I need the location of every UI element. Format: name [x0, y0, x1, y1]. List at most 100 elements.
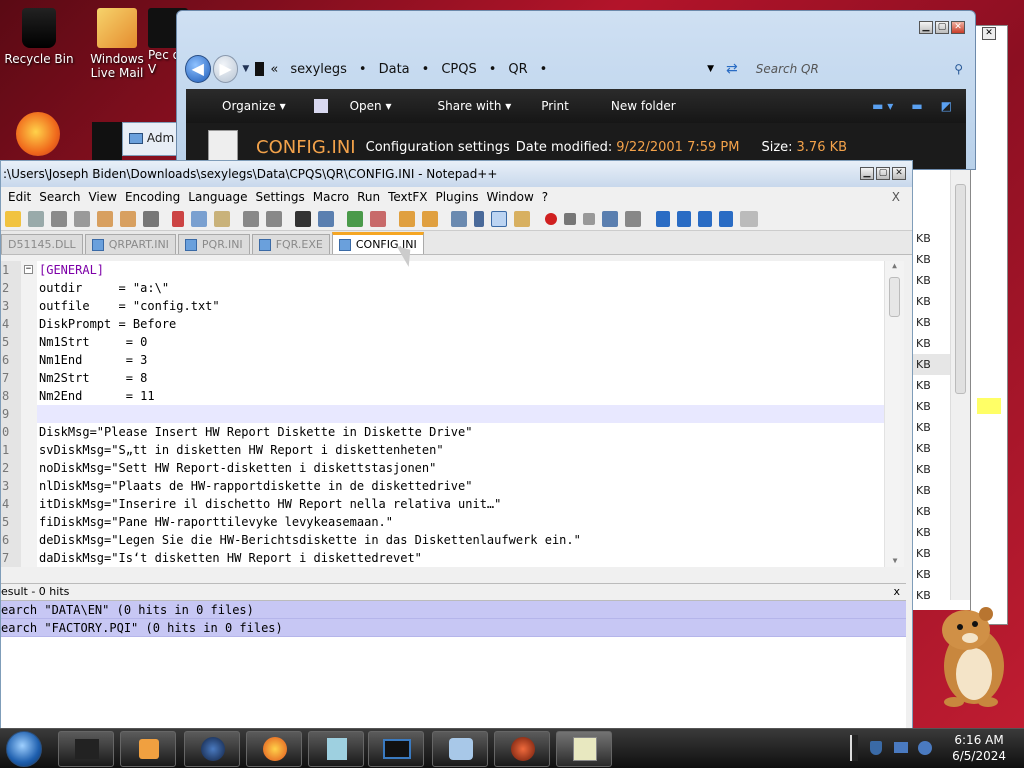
redo-icon[interactable]: [266, 210, 282, 227]
open-file-icon[interactable]: [28, 210, 44, 227]
preview-pane-icon[interactable]: ▬: [911, 99, 922, 113]
tab-d51145-dll[interactable]: D51145.DLL: [1, 234, 83, 254]
tab-qrpart-ini[interactable]: QRPART.INI: [84, 234, 176, 254]
sync-horizontal-icon[interactable]: [422, 210, 438, 227]
code-line[interactable]: 5 Nm1Strt = 0: [1, 333, 904, 351]
collapse-all-icon[interactable]: [656, 210, 670, 227]
find-result-line[interactable]: earch "FACTORY.PQI" (0 hits in 0 files): [1, 619, 906, 637]
scrollbar-thumb[interactable]: [889, 277, 900, 317]
close-button[interactable]: ✕: [951, 21, 965, 34]
indent-guide-icon[interactable]: [491, 210, 507, 227]
find-result-panel[interactable]: earch "DATA\EN" (0 hits in 0 files) earc…: [1, 601, 906, 731]
save-all-icon[interactable]: [74, 210, 90, 227]
taskbar-button-terminal[interactable]: [368, 731, 424, 767]
find-result-close-button[interactable]: x: [893, 584, 900, 600]
firefox-desktop-icon[interactable]: [16, 112, 60, 156]
text-editor[interactable]: 1− [GENERAL] 2 outdir = "a:\" 3 outfile = "co…: [1, 261, 904, 567]
organize-button[interactable]: Organize ▾: [204, 99, 286, 113]
open-button[interactable]: Open ▾: [313, 99, 392, 114]
tab-pqr-ini[interactable]: PQR.INI: [177, 234, 250, 254]
back-button[interactable]: ◀: [185, 55, 211, 83]
taskbar-button-firefox[interactable]: [246, 731, 302, 767]
code-line[interactable]: 3 nlDiskMsg="Plaats de HW-rapportdiskette…: [1, 477, 904, 495]
menu-plugins[interactable]: Plugins: [435, 190, 478, 204]
print-icon[interactable]: [143, 210, 159, 227]
hamster-gadget[interactable]: [930, 600, 1010, 710]
maximize-button[interactable]: ▢: [876, 167, 890, 180]
breadcrumb-item-qr[interactable]: QR: [508, 62, 527, 77]
menu-help[interactable]: ?: [542, 190, 548, 204]
cut-icon[interactable]: [172, 210, 184, 227]
expand-all-icon[interactable]: [719, 210, 733, 227]
menu-macro[interactable]: Macro: [313, 190, 349, 204]
taskbar-clock[interactable]: 6:16 AM 6/5/2024: [952, 732, 1006, 764]
arrow-down-icon[interactable]: [698, 210, 712, 227]
volume-icon[interactable]: [918, 741, 932, 755]
breadcrumb-arrow-icon[interactable]: •: [489, 62, 497, 77]
taskbar-button-media[interactable]: [120, 731, 176, 767]
breadcrumb-arrow-icon[interactable]: •: [422, 62, 430, 77]
tab-fqr-exe[interactable]: FQR.EXE: [251, 234, 330, 254]
taskbar-button-tools[interactable]: [432, 731, 488, 767]
copy-icon[interactable]: [191, 210, 207, 227]
code-line[interactable]: 2 noDiskMsg="Sett HW Report-disketten i d…: [1, 459, 904, 477]
minimize-button[interactable]: ▁: [919, 21, 933, 34]
doc-map-icon[interactable]: [514, 210, 530, 227]
breadcrumb-arrow-icon[interactable]: •: [540, 62, 548, 77]
menu-view[interactable]: View: [88, 190, 116, 204]
sync-vertical-icon[interactable]: [399, 210, 415, 227]
code-line[interactable]: 2 outdir = "a:\": [1, 279, 904, 297]
views-icon[interactable]: ▬ ▾: [872, 99, 893, 113]
code-line[interactable]: 9: [1, 405, 904, 423]
address-dropdown-icon[interactable]: ▼: [707, 64, 714, 74]
replace-icon[interactable]: [318, 210, 334, 227]
desktop-icon-windows-live-mail[interactable]: Windows Live Mail: [80, 8, 154, 80]
menu-window[interactable]: Window: [486, 190, 533, 204]
scrollbar-down-arrow[interactable]: ▼: [885, 556, 905, 565]
code-line[interactable]: 4 itDiskMsg="Inserire il dischetto HW Rep…: [1, 495, 904, 513]
print-button[interactable]: Print: [541, 99, 569, 113]
menu-close-document[interactable]: X: [892, 190, 900, 204]
new-file-icon[interactable]: [5, 210, 21, 227]
forward-button[interactable]: ▶: [212, 55, 239, 83]
start-button[interactable]: [6, 731, 42, 767]
network-icon[interactable]: [894, 742, 908, 753]
code-line[interactable]: 7 Nm2Strt = 8: [1, 369, 904, 387]
breadcrumb-arrow-icon[interactable]: •: [359, 62, 367, 77]
undo-icon[interactable]: [243, 210, 259, 227]
share-with-button[interactable]: Share with ▾: [420, 99, 512, 113]
close-button[interactable]: ✕: [892, 167, 906, 180]
menu-settings[interactable]: Settings: [256, 190, 305, 204]
explorer-scrollbar[interactable]: [950, 170, 970, 600]
search-input[interactable]: Search QR ⚲: [738, 56, 967, 82]
stop-macro-icon[interactable]: [564, 212, 576, 225]
code-line[interactable]: 1− [GENERAL]: [1, 261, 904, 279]
breadcrumb-item-sexylegs[interactable]: sexylegs: [290, 62, 347, 77]
scrollbar-up-arrow[interactable]: ▲: [885, 261, 904, 273]
taskbar-button-explorer[interactable]: [58, 731, 114, 767]
code-line[interactable]: 1 svDiskMsg="S„tt in disketten HW Report …: [1, 441, 904, 459]
taskbar-button-globe[interactable]: [184, 731, 240, 767]
background-window-close[interactable]: ✕: [982, 27, 996, 40]
save-icon[interactable]: [51, 210, 67, 227]
close-all-icon[interactable]: [120, 210, 136, 227]
breadcrumb-item-data[interactable]: Data: [379, 62, 410, 77]
menu-search[interactable]: Search: [39, 190, 80, 204]
code-line[interactable]: 3 outfile = "config.txt": [1, 297, 904, 315]
paste-icon[interactable]: [214, 210, 230, 227]
code-line[interactable]: 6 deDiskMsg="Legen Sie die HW-Berichtsdis…: [1, 531, 904, 549]
spell-check-icon[interactable]: [740, 210, 758, 227]
play-macro-icon[interactable]: [583, 212, 595, 225]
show-all-chars-icon[interactable]: [474, 210, 484, 227]
code-line[interactable]: 4 DiskPrompt = Before: [1, 315, 904, 333]
menu-edit[interactable]: Edit: [8, 190, 31, 204]
action-center-icon[interactable]: [870, 741, 882, 755]
find-icon[interactable]: [295, 210, 311, 227]
zoom-out-icon[interactable]: [370, 210, 386, 227]
save-macro-icon[interactable]: [625, 210, 641, 227]
editor-scrollbar[interactable]: ▲ ▼: [884, 261, 904, 567]
taskbar-button-notepad-plus-plus[interactable]: [556, 731, 612, 767]
black-desktop-icon[interactable]: [92, 122, 122, 160]
code-line[interactable]: 0 DiskMsg="Please Insert HW Report Disket…: [1, 423, 904, 441]
breadcrumb-overflow-icon[interactable]: «: [270, 62, 278, 77]
